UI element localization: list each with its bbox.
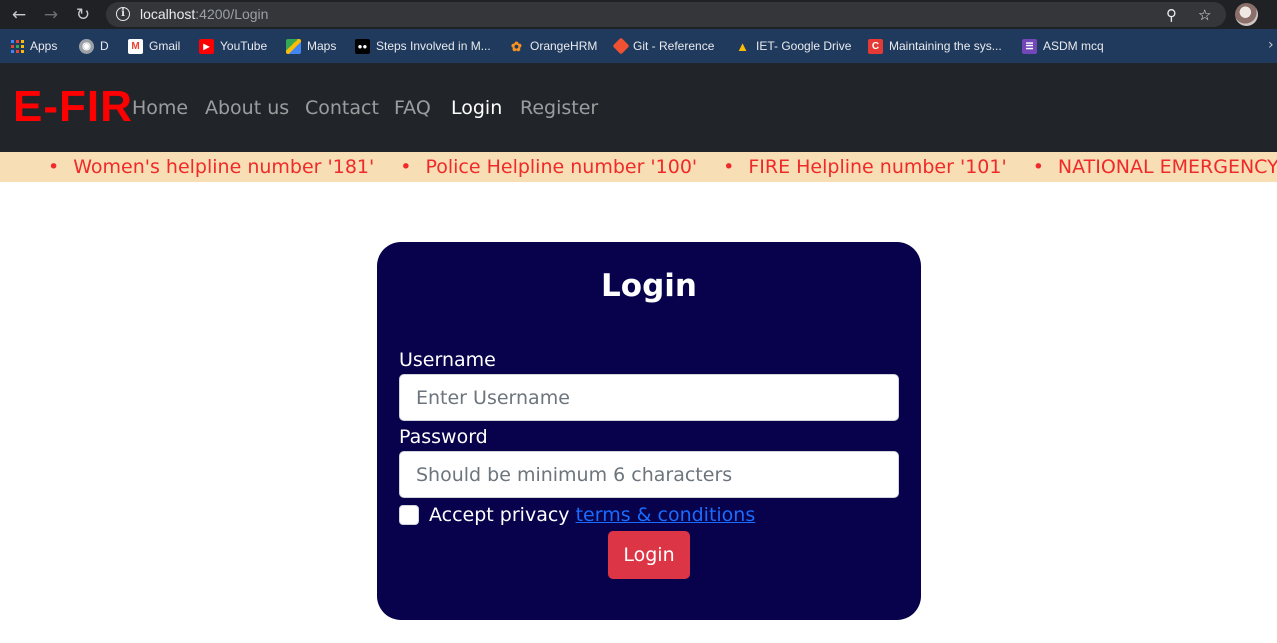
terms-link[interactable]: terms & conditions [576,504,756,526]
bookmark-d[interactable]: ◉ D [79,38,109,54]
bookmark-drive[interactable]: ▲ IET- Google Drive [735,38,851,54]
marquee-item: FIRE Helpline number '101' [748,156,1007,178]
privacy-label: Accept privacy [429,504,570,526]
bookmark-steps[interactable]: ●● Steps Involved in M... [355,38,491,54]
login-button[interactable]: Login [608,531,690,579]
bookmark-label: Steps Involved in M... [376,39,491,53]
password-input[interactable] [399,451,899,498]
bookmark-label: IET- Google Drive [756,39,852,53]
gmail-icon: M [128,38,143,54]
bookmark-label: Apps [30,39,58,53]
nav-faq[interactable]: FAQ [394,96,431,120]
login-card: Login Username Password Accept privacy t… [377,242,921,620]
bookmarks-overflow-icon[interactable]: › [1268,37,1274,53]
bookmark-gmail[interactable]: M Gmail [128,38,180,54]
bookmark-label: Maintaining the sys... [889,39,1002,53]
site-info-icon[interactable]: i [116,7,130,21]
profile-avatar[interactable] [1235,3,1258,26]
bookmark-maps[interactable]: Maps [286,38,336,54]
bookmark-asdm[interactable]: ☰ ASDM mcq [1022,38,1104,54]
bullet: • [723,156,735,178]
browser-toolbar: ← → ↻ i localhost:4200/Login ⚲ ☆ [0,0,1277,29]
bookmark-apps[interactable]: Apps [11,38,57,54]
marquee-item: Police Helpline number '100' [425,156,698,178]
bookmark-label: Gmail [149,39,181,53]
medium-icon: ●● [355,38,370,54]
bookmark-label: OrangeHRM [530,39,598,53]
forms-icon: ☰ [1022,38,1037,54]
bookmark-label: Git - Reference [633,39,715,53]
git-icon [612,37,630,55]
bookmark-label: Maps [307,39,337,53]
bookmark-label: YouTube [220,39,268,53]
privacy-text: Accept privacy terms & conditions [429,503,755,527]
password-label: Password [399,426,488,448]
nav-about-us[interactable]: About us [205,96,289,120]
helpline-marquee: • Women's helpline number '181' • Police He… [0,152,1277,182]
nav-home[interactable]: Home [132,96,188,120]
nav-register[interactable]: Register [520,96,598,120]
marquee-track: • Women's helpline number '181' • Police He… [48,155,1277,179]
reload-icon[interactable]: ↻ [72,4,94,26]
maps-icon [286,38,301,54]
nav-login[interactable]: Login [451,96,502,120]
bookmark-maintaining[interactable]: C Maintaining the sys... [868,38,1002,54]
marquee-item: NATIONAL EMERGENCY NUMBER '112' [1057,156,1277,178]
login-title: Login [601,268,697,304]
bookmark-label: D [100,39,109,53]
bullet: • [400,156,412,178]
forward-arrow-icon[interactable]: → [40,4,62,26]
youtube-icon: ▶ [199,38,214,54]
brand-logo[interactable]: E-FIR [13,81,133,133]
bookmarks-bar: Apps ◉ D M Gmail ▶ YouTube Maps ●● Steps… [0,29,1277,63]
c-icon: C [868,38,883,54]
star-icon[interactable]: ☆ [1198,5,1211,25]
nav-contact[interactable]: Contact [305,96,379,120]
url-text[interactable]: localhost:4200/Login [140,6,268,22]
address-bar[interactable]: i localhost:4200/Login ⚲ ☆ [106,2,1226,27]
zoom-icon[interactable]: ⚲ [1166,5,1177,25]
site-navbar: E-FIR Home About us Contact FAQ Login Re… [0,63,1277,152]
orangehrm-icon: ✿ [511,38,522,54]
bookmark-label: ASDM mcq [1043,39,1104,53]
username-label: Username [399,349,496,371]
apps-grid-icon [11,39,24,53]
bookmark-youtube[interactable]: ▶ YouTube [199,38,267,54]
globe-icon: ◉ [79,38,94,54]
username-input[interactable] [399,374,899,421]
privacy-checkbox[interactable] [399,505,419,525]
back-arrow-icon[interactable]: ← [8,4,30,26]
bookmark-orangehrm[interactable]: ✿ OrangeHRM [509,38,597,54]
bookmark-git[interactable]: Git - Reference [612,37,715,55]
bullet: • [48,156,60,178]
marquee-item: Women's helpline number '181' [73,156,375,178]
bullet: • [1032,156,1044,178]
drive-icon: ▲ [736,38,749,54]
